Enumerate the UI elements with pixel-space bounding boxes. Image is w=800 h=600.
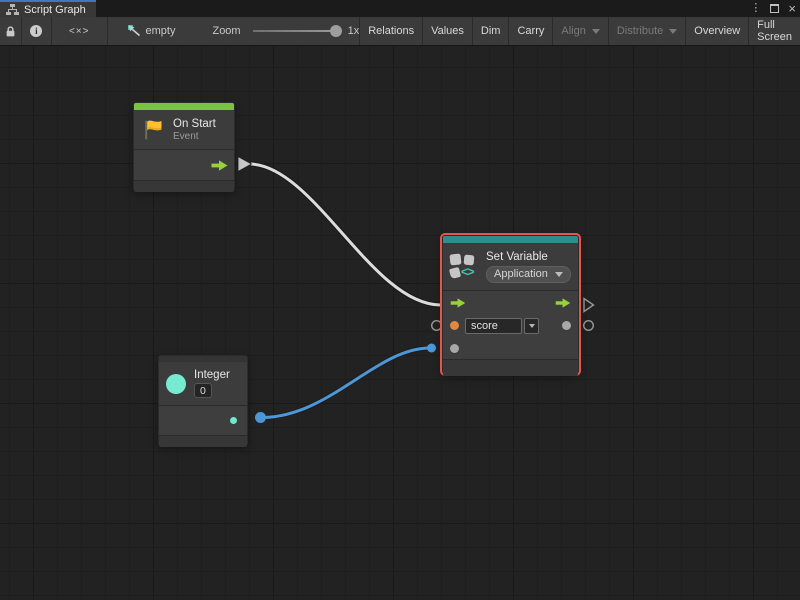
on-start-ports [134, 149, 234, 180]
zoom-slider-handle[interactable] [330, 25, 342, 37]
graph-pointer-icon [127, 24, 141, 38]
value-wire-source-dot [255, 412, 266, 423]
fullscreen-button[interactable]: Full Screen [748, 17, 800, 45]
flow-output-port[interactable] [211, 160, 228, 171]
variable-scope-dropdown[interactable]: Application [486, 266, 571, 283]
node-footer [134, 180, 234, 192]
value-wire[interactable] [262, 348, 430, 418]
script-graph-icon [6, 4, 19, 15]
integer-ports [159, 405, 247, 435]
tab-title: Script Graph [24, 4, 86, 16]
align-button[interactable]: Align [552, 17, 607, 45]
chevron-down-icon [592, 29, 600, 34]
flow-input-port[interactable] [450, 298, 466, 308]
zoom-slider[interactable] [253, 30, 339, 32]
selection-status-label: empty [146, 25, 176, 37]
integer-header: Integer 0 [159, 362, 247, 405]
variable-name-field-group: score [465, 318, 539, 334]
node-footer [159, 435, 247, 447]
code-icon: <×> [69, 26, 90, 37]
inspect-button[interactable]: <×> [52, 17, 108, 45]
value-output-port[interactable] [562, 321, 571, 330]
info-icon: i [30, 25, 42, 37]
node-subtitle: Event [173, 131, 216, 142]
toolbar-middle: empty Zoom 1x [108, 17, 360, 45]
zoom-label: Zoom [212, 25, 240, 37]
chevron-down-icon [669, 29, 677, 34]
carry-button[interactable]: Carry [508, 17, 552, 45]
flow-wire-source-triangle [238, 157, 252, 172]
connection-wires [0, 46, 800, 600]
variable-name-field[interactable]: score [465, 318, 522, 334]
zoom-value: 1x [348, 25, 360, 37]
output-port-indicator-circle[interactable] [584, 321, 594, 331]
value-input-port[interactable] [450, 344, 459, 353]
lock-icon [5, 25, 16, 38]
window-controls: ⋮ × [750, 0, 796, 17]
name-input-port[interactable] [450, 321, 459, 330]
variable-color-strip [443, 236, 578, 243]
node-footer [443, 359, 578, 376]
values-button[interactable]: Values [422, 17, 472, 45]
relations-button[interactable]: Relations [359, 17, 422, 45]
distribute-button[interactable]: Distribute [608, 17, 685, 45]
integer-output-port[interactable] [230, 417, 237, 424]
value-wire-outline [262, 348, 430, 418]
name-port-row: score [443, 314, 578, 337]
tab-bar: Script Graph ⋮ × [0, 0, 800, 17]
flag-icon [142, 118, 166, 142]
lock-button[interactable] [0, 17, 22, 45]
flow-port-row [443, 291, 578, 314]
input-port-indicator-circle[interactable] [432, 321, 442, 331]
node-title: Set Variable [486, 251, 571, 263]
flow-output-port[interactable] [555, 298, 571, 308]
info-button[interactable]: i [22, 17, 52, 45]
chevron-down-icon [555, 272, 563, 277]
event-color-strip [134, 103, 234, 110]
graph-canvas[interactable]: On Start Event <> Set Variable Applicati… [0, 46, 800, 600]
value-wire-end-dot [427, 344, 436, 353]
angle-brackets-icon: <> [461, 265, 474, 279]
node-set-variable[interactable]: <> Set Variable Application [442, 235, 579, 374]
set-variable-header: <> Set Variable Application [443, 243, 578, 290]
on-start-header: On Start Event [134, 110, 234, 149]
value-port-row [443, 337, 578, 359]
tab-script-graph[interactable]: Script Graph [0, 0, 96, 17]
toolbar-buttons: Relations Values Dim Carry Align Distrib… [359, 17, 800, 45]
selection-status: empty [127, 24, 176, 38]
node-integer[interactable]: Integer 0 [158, 355, 248, 446]
integer-type-icon [166, 374, 186, 394]
chevron-down-icon [529, 324, 535, 328]
close-icon[interactable]: × [788, 2, 796, 15]
maximize-icon[interactable] [770, 4, 779, 13]
zoom-control: Zoom 1x [212, 25, 359, 37]
node-on-start[interactable]: On Start Event [133, 102, 235, 191]
output-flow-indicator-triangle[interactable] [584, 299, 594, 312]
scope-label: Application [494, 268, 548, 280]
variables-icon: <> [450, 253, 479, 280]
integer-value-field[interactable]: 0 [194, 383, 212, 398]
window-menu-icon[interactable]: ⋮ [750, 3, 761, 14]
overview-button[interactable]: Overview [685, 17, 748, 45]
dim-button[interactable]: Dim [472, 17, 509, 45]
variable-name-dropdown-button[interactable] [524, 318, 539, 334]
graph-toolbar: i <×> empty Zoom 1x Relations Values Dim… [0, 17, 800, 46]
flow-wire-outline [251, 164, 440, 305]
node-title: On Start [173, 118, 216, 130]
set-variable-ports: score [443, 290, 578, 359]
node-title: Integer [194, 369, 230, 381]
